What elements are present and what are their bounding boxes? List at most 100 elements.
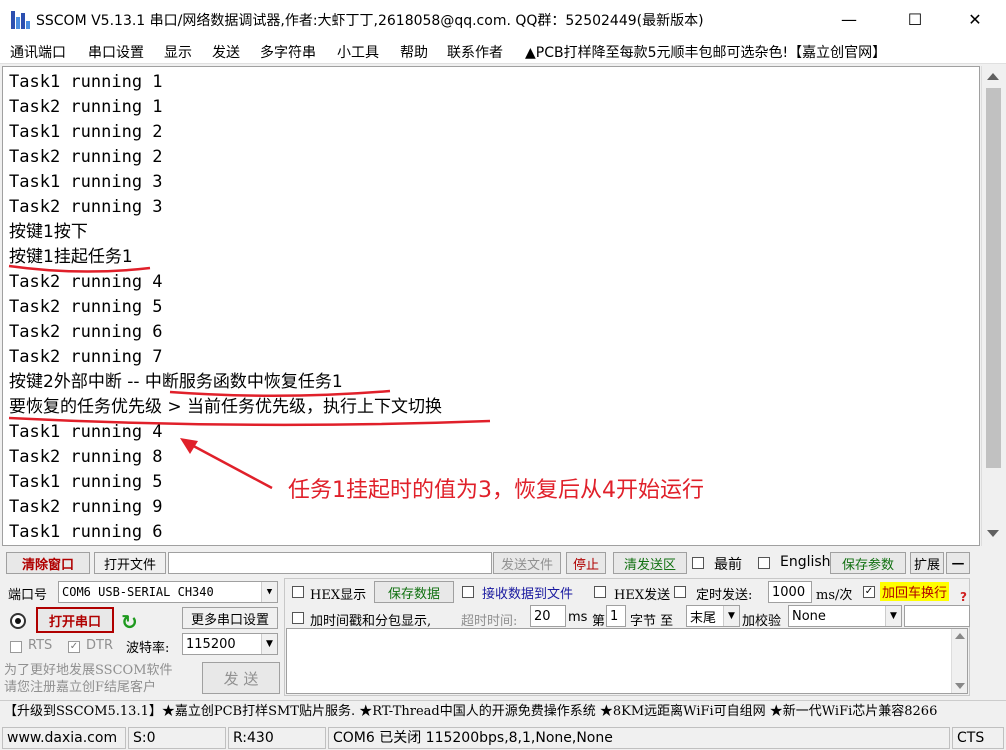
news-ticker[interactable]: 【升级到SSCOM5.13.1】★嘉立创PCB打样SMT贴片服务. ★RT-Th… [0,700,1006,722]
english-checkbox[interactable] [758,557,770,569]
hex-display-label: HEX显示 [310,588,367,603]
port-label: 端口号 [8,588,48,603]
menu-tools[interactable]: 小工具 [337,42,379,62]
record-icon [10,613,26,629]
terminal-line: Task2 running 1 [9,97,163,117]
terminal-line: Task2 running 7 [9,347,163,367]
timestamp-checkbox[interactable] [292,612,304,624]
refresh-icon[interactable]: ↻ [121,610,138,634]
timed-send-checkbox[interactable] [674,586,686,598]
collapse-button[interactable]: — [946,552,970,574]
terminal-line: 要恢复的任务优先级 > 当前任务优先级，执行上下文切换 [9,397,443,417]
scroll-up-icon[interactable] [955,633,965,639]
menu-promo-link[interactable]: ▲PCB打样降至每款5元顺丰包邮可选杂色!【嘉立创官网】 [525,42,886,62]
open-file-button[interactable]: 打开文件 [94,552,166,574]
interval-input[interactable]: 1000 [768,581,812,603]
menu-serial-settings[interactable]: 串口设置 [88,42,144,62]
terminal-line: 按键2外部中断 -- 中断服务函数中恢复任务1 [9,372,343,392]
terminal-line: Task2 running 5 [9,297,163,317]
byte-range-label: 字节 至 [630,614,674,629]
more-serial-settings-button[interactable]: 更多串口设置 [182,607,278,629]
help-mark[interactable]: ? [960,590,967,604]
status-cts: CTS [952,727,1004,749]
timeout-input[interactable]: 20 [530,605,566,627]
terminal-scrollbar[interactable] [981,66,1004,546]
status-bar: www.daxia.com S:0 R:430 COM6 已关闭 115200b… [0,726,1006,750]
hex-display-checkbox[interactable] [292,586,304,598]
send-file-button[interactable]: 发送文件 [493,552,561,574]
terminal-line: Task2 running 8 [9,447,163,467]
status-website[interactable]: www.daxia.com [2,727,126,749]
terminal-line: Task1 running 1 [9,72,163,92]
menu-port[interactable]: 通讯端口 [10,42,66,62]
menu-display[interactable]: 显示 [164,42,192,62]
menu-send[interactable]: 发送 [212,42,240,62]
clear-window-button[interactable]: 清除窗口 [6,552,90,574]
expand-button[interactable]: 扩展 [910,552,944,574]
timed-send-label: 定时发送: [696,588,753,603]
terminal-line: 按键1按下 [9,222,88,242]
baud-value: 115200 [186,636,236,652]
interval-unit-label: ms/次 [816,588,853,603]
dtr-checkbox[interactable]: ✓ [68,641,80,653]
byte-end-value: 末尾 [690,610,717,626]
annotation-text: 任务1挂起时的值为3，恢复后从4开始运行 [288,478,704,503]
open-port-button[interactable]: 打开串口 [36,607,114,633]
terminal-line: 按键1挂起任务1 [9,247,133,267]
timestamp-label: 加时间戳和分包显示, [310,614,432,629]
stop-button[interactable]: 停止 [566,552,606,574]
save-params-button[interactable]: 保存参数 [830,552,906,574]
byte-end-select[interactable]: 末尾 ▼ [686,605,740,627]
recv-to-file-label: 接收数据到文件 [482,587,574,602]
clear-send-button[interactable]: 清发送区 [613,552,687,574]
recv-to-file-checkbox[interactable] [462,586,474,598]
dtr-label: DTR [86,638,113,653]
hex-send-checkbox[interactable] [594,586,606,598]
terminal-line: Task1 running 4 [9,422,163,442]
rts-checkbox[interactable] [10,641,22,653]
timeout-label: 超时时间: [461,614,518,629]
add-crlf-checkbox[interactable]: ✓ [863,586,875,598]
send-textarea[interactable] [286,628,968,694]
terminal-line: Task2 running 4 [9,272,163,292]
menu-help[interactable]: 帮助 [400,42,428,62]
menu-bar: 通讯端口 串口设置 显示 发送 多字符串 小工具 帮助 联系作者 ▲PCB打样降… [0,38,1006,64]
baud-select[interactable]: 115200 ▼ [182,633,278,655]
top-most-checkbox[interactable] [692,557,704,569]
scroll-down-icon[interactable] [955,683,965,689]
close-button[interactable]: ✕ [952,0,998,38]
byte-index-input[interactable]: 1 [606,605,626,627]
checksum-output-field[interactable] [904,605,970,627]
checksum-label: 加校验 [742,614,782,629]
minimize-button[interactable]: — [826,0,872,38]
scrollbar-thumb[interactable] [986,88,1001,468]
promo-text: 为了更好地发展SSCOM软件 请您注册嘉立创F结尾客户 [4,663,173,695]
timeout-unit-label: ms [568,610,588,625]
add-crlf-label: 加回车换行 [880,582,950,601]
file-path-field[interactable] [168,552,492,574]
send-scrollbar[interactable] [951,629,967,693]
terminal-line: Task2 running 6 [9,322,163,342]
chevron-down-icon[interactable]: ▼ [723,606,739,626]
status-received-count: R:430 [228,727,326,749]
menu-contact[interactable]: 联系作者 [447,42,503,62]
chevron-down-icon[interactable]: ▼ [261,582,277,602]
english-label: English [780,554,831,570]
port-select[interactable]: COM6 USB-SERIAL CH340 ▼ [58,581,278,603]
terminal-line: Task2 running 2 [9,147,163,167]
checksum-select[interactable]: None ▼ [788,605,902,627]
terminal-line: Task2 running 3 [9,197,163,217]
chevron-down-icon[interactable]: ▼ [885,606,901,626]
chevron-down-icon[interactable]: ▼ [261,634,277,654]
status-port-state: COM6 已关闭 115200bps,8,1,None,None [328,727,950,749]
maximize-button[interactable]: ☐ [892,0,938,38]
byte-prefix-label: 第 [592,614,606,629]
menu-multi-string[interactable]: 多字符串 [260,42,316,62]
scroll-up-icon[interactable] [987,73,999,80]
rts-label: RTS [28,638,53,653]
send-button[interactable]: 发 送 [202,662,280,694]
save-data-button[interactable]: 保存数据 [374,581,454,603]
title-bar: SSCOM V5.13.1 串口/网络数据调试器,作者:大虾丁丁,2618058… [0,0,1006,38]
terminal-line: Task1 running 2 [9,122,163,142]
scroll-down-icon[interactable] [987,530,999,537]
